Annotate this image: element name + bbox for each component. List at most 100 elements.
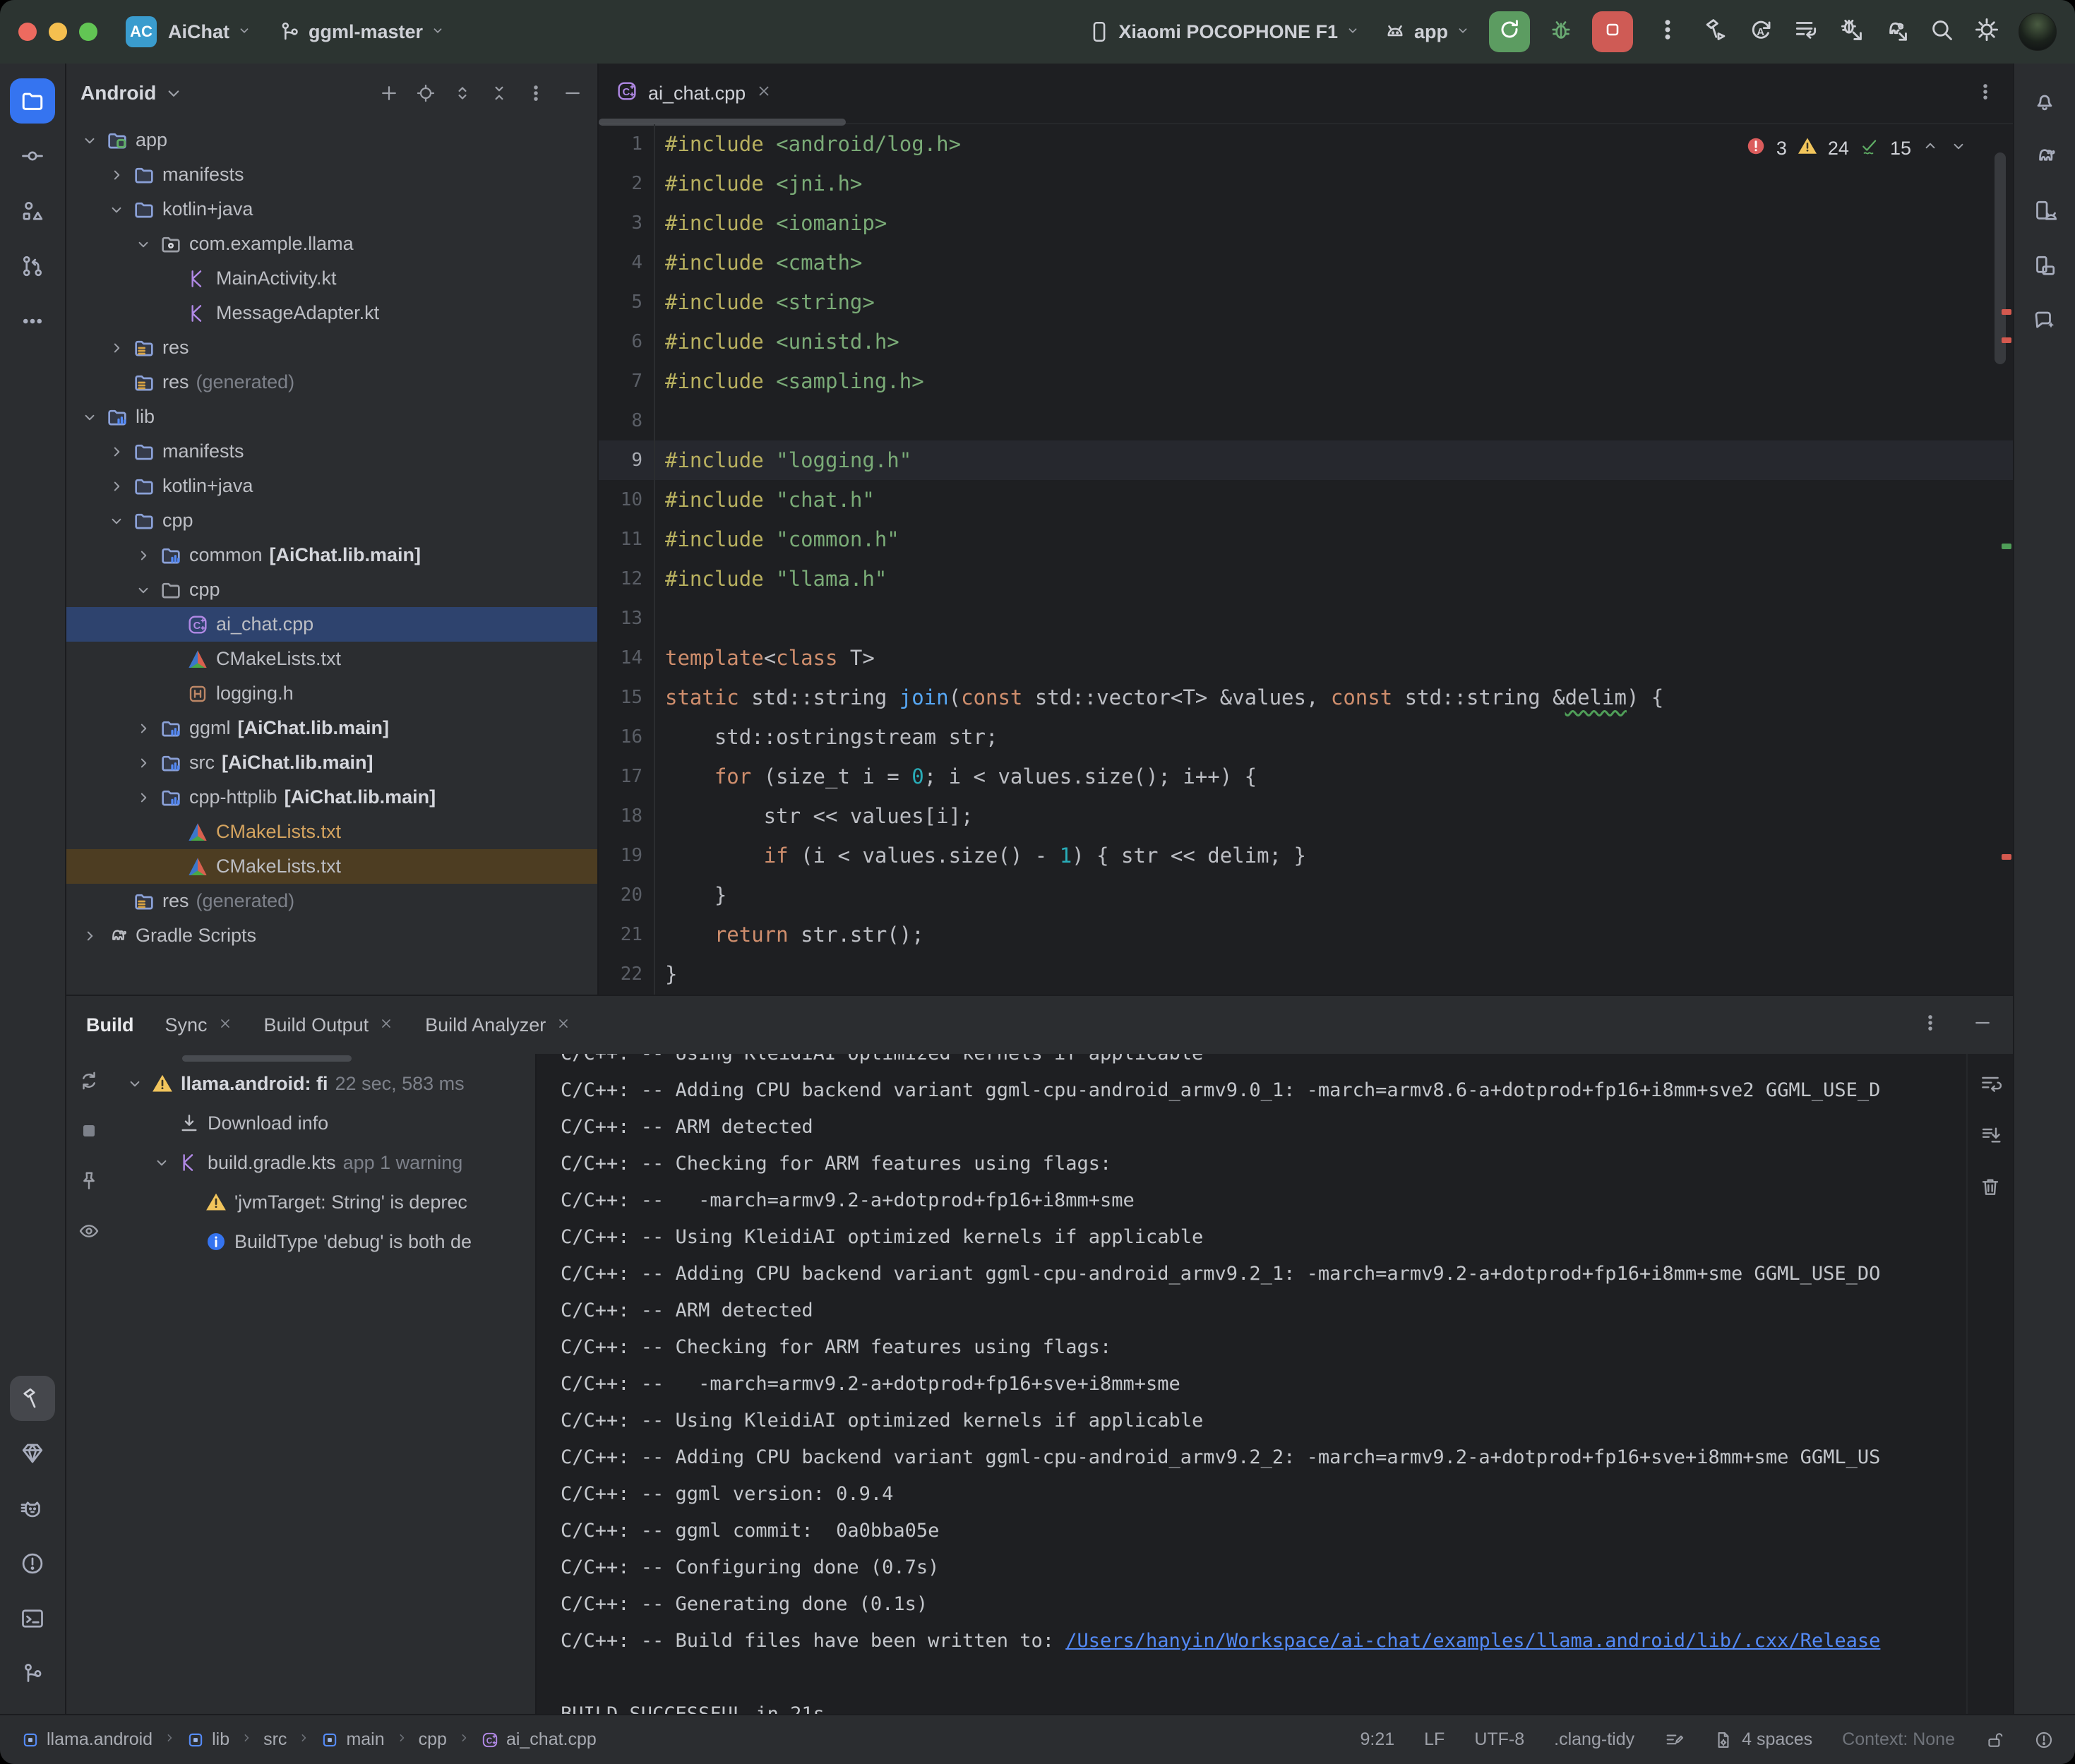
build-item-jvmtarget-string-is-deprec[interactable]: 'jvmTarget: String' is deprec <box>112 1182 535 1222</box>
file-encoding[interactable]: UTF-8 <box>1474 1729 1524 1750</box>
device-selector[interactable]: Xiaomi POCOPHONE F1 <box>1087 20 1361 44</box>
tree-item-kotlin-java[interactable]: kotlin+java <box>66 469 597 503</box>
tree-item-cmakelists-txt[interactable]: CMakeLists.txt <box>66 849 597 884</box>
chevron-right-icon[interactable] <box>103 166 130 184</box>
code-line-5[interactable]: 5#include <string> <box>599 282 2013 322</box>
gemini-chat-button[interactable] <box>2022 299 2067 344</box>
indent-setting[interactable]: 4 spaces <box>1714 1729 1812 1750</box>
build-tab-build-output[interactable]: Build Output <box>264 1014 395 1036</box>
chevron-right-icon[interactable] <box>76 927 103 945</box>
build-panel-title[interactable]: Build <box>86 1014 134 1036</box>
build-output-path-link[interactable]: /Users/hanyin/Workspace/ai-chat/examples… <box>1065 1630 1880 1652</box>
window-controls[interactable] <box>18 23 97 41</box>
line-number[interactable]: 21 <box>599 915 655 954</box>
tree-item-logging-h[interactable]: logging.h <box>66 676 597 711</box>
tree-item-res[interactable]: res(generated) <box>66 365 597 400</box>
profiler-button[interactable] <box>1838 16 1865 48</box>
tree-item-cmakelists-txt[interactable]: CMakeLists.txt <box>66 642 597 676</box>
line-number[interactable]: 7 <box>599 361 655 401</box>
inspections-widget[interactable]: 3 24 15 <box>1745 136 1968 162</box>
problems-indicator-icon[interactable] <box>2034 1730 2054 1750</box>
sync-refresh-icon[interactable] <box>78 1069 100 1096</box>
build-item-buildtype-debug-is-both-de[interactable]: BuildType 'debug' is both de <box>112 1222 535 1261</box>
chevron-down-icon[interactable] <box>76 131 103 150</box>
code-line-15[interactable]: 15static std::string join(const std::vec… <box>599 678 2013 717</box>
app-quality-insights-button[interactable] <box>10 1431 55 1476</box>
line-number[interactable]: 17 <box>599 757 655 796</box>
line-number[interactable]: 23 <box>599 994 655 995</box>
clear-console-trash-icon[interactable] <box>1979 1175 2002 1201</box>
chevron-right-icon[interactable] <box>103 443 130 461</box>
tree-item-ggml[interactable]: ggml[AiChat.lib.main] <box>66 711 597 745</box>
tree-item-src[interactable]: src[AiChat.lib.main] <box>66 745 597 780</box>
code-line-21[interactable]: 21 return str.str(); <box>599 915 2013 954</box>
breadcrumb-src[interactable]: src <box>263 1729 287 1750</box>
hide-panel-icon[interactable] <box>562 83 583 104</box>
project-view-selector[interactable]: Android <box>80 82 156 104</box>
device-manager-button[interactable] <box>2022 188 2067 234</box>
code-line-11[interactable]: 11#include "common.h" <box>599 520 2013 559</box>
close-window-button[interactable] <box>18 23 37 41</box>
gradle-tool-button[interactable] <box>2022 133 2067 179</box>
caret-position[interactable]: 9:21 <box>1360 1729 1394 1750</box>
pull-requests-tool-button[interactable] <box>10 244 55 289</box>
project-tool-button[interactable] <box>10 78 55 124</box>
build-tree-horizontal-scrollbar[interactable] <box>182 1055 352 1062</box>
analyzer-status[interactable]: .clang-tidy <box>1554 1729 1634 1750</box>
code-line-3[interactable]: 3#include <iomanip> <box>599 203 2013 243</box>
build-item-llama-android-fi[interactable]: llama.android: fi22 sec, 583 ms <box>112 1064 535 1103</box>
code-line-22[interactable]: 22} <box>599 954 2013 994</box>
run-configuration-selector[interactable]: app <box>1383 20 1471 44</box>
search-everywhere-button[interactable] <box>1928 16 1955 48</box>
line-number[interactable]: 8 <box>599 401 655 440</box>
inspections-indicator-icon[interactable] <box>1664 1730 1684 1750</box>
breadcrumb-cpp[interactable]: cpp <box>419 1729 447 1750</box>
chevron-down-icon[interactable] <box>76 408 103 426</box>
editor-tab-ai-chat[interactable]: C ai_chat.cpp <box>616 80 772 107</box>
tree-item-mainactivity-kt[interactable]: MainActivity.kt <box>66 261 597 296</box>
version-control-tool-button[interactable] <box>10 1651 55 1696</box>
line-number[interactable]: 15 <box>599 678 655 717</box>
scroll-to-end-icon[interactable] <box>1979 1124 2002 1150</box>
hide-build-panel-icon[interactable] <box>1972 1012 1993 1038</box>
terminal-tool-button[interactable] <box>10 1596 55 1641</box>
chevron-down-icon[interactable] <box>148 1153 175 1172</box>
code-line-23[interactable]: 23 <box>599 994 2013 995</box>
more-tool-windows-button[interactable] <box>10 299 55 344</box>
chevron-right-icon[interactable] <box>103 477 130 496</box>
chevron-right-icon[interactable] <box>130 719 157 738</box>
close-tab-icon[interactable] <box>755 83 772 104</box>
code-line-8[interactable]: 8 <box>599 401 2013 440</box>
tree-item-gradle-scripts[interactable]: Gradle Scripts <box>66 918 597 953</box>
breadcrumb-ai-chat-cpp[interactable]: Cai_chat.cpp <box>481 1729 597 1750</box>
breadcrumb-llama-android[interactable]: llama.android <box>21 1729 153 1750</box>
breadcrumb[interactable]: llama.android lib src main cpp Cai_chat.cpp <box>21 1729 597 1750</box>
code-line-13[interactable]: 13 <box>599 599 2013 638</box>
line-ending[interactable]: LF <box>1424 1729 1445 1750</box>
code-line-19[interactable]: 19 if (i < values.size() - 1) { str << d… <box>599 836 2013 875</box>
tree-item-common[interactable]: common[AiChat.lib.main] <box>66 538 597 572</box>
tree-item-cpp[interactable]: cpp <box>66 503 597 538</box>
error-stripe-mark[interactable] <box>2002 309 2011 315</box>
stop-button[interactable] <box>1592 11 1633 52</box>
breadcrumb-main[interactable]: main <box>321 1729 384 1750</box>
tree-item-kotlin-java[interactable]: kotlin+java <box>66 192 597 227</box>
tree-item-manifests[interactable]: manifests <box>66 157 597 192</box>
soft-wrap-icon[interactable] <box>1979 1072 2002 1098</box>
tree-item-manifests[interactable]: manifests <box>66 434 597 469</box>
tree-item-cpp[interactable]: cpp <box>66 572 597 607</box>
rerun-button[interactable] <box>1489 11 1530 52</box>
build-item-build-gradle-kts[interactable]: build.gradle.ktsapp 1 warning <box>112 1143 535 1182</box>
tree-item-cpp-httplib[interactable]: cpp-httplib[AiChat.lib.main] <box>66 780 597 815</box>
code-line-12[interactable]: 12#include "llama.h" <box>599 559 2013 599</box>
more-actions-button[interactable] <box>1654 16 1681 48</box>
breadcrumb-lib[interactable]: lib <box>186 1729 229 1750</box>
next-problem-icon[interactable] <box>1949 137 1968 160</box>
settings-gear-button[interactable] <box>1973 16 2000 48</box>
tree-item-res[interactable]: res(generated) <box>66 884 597 918</box>
editor-vertical-scrollbar[interactable] <box>1995 152 2006 364</box>
expand-all-icon[interactable] <box>452 83 473 104</box>
build-run-hammer-button[interactable] <box>1702 16 1729 48</box>
tree-item-res[interactable]: res <box>66 330 597 365</box>
line-number[interactable]: 4 <box>599 243 655 282</box>
